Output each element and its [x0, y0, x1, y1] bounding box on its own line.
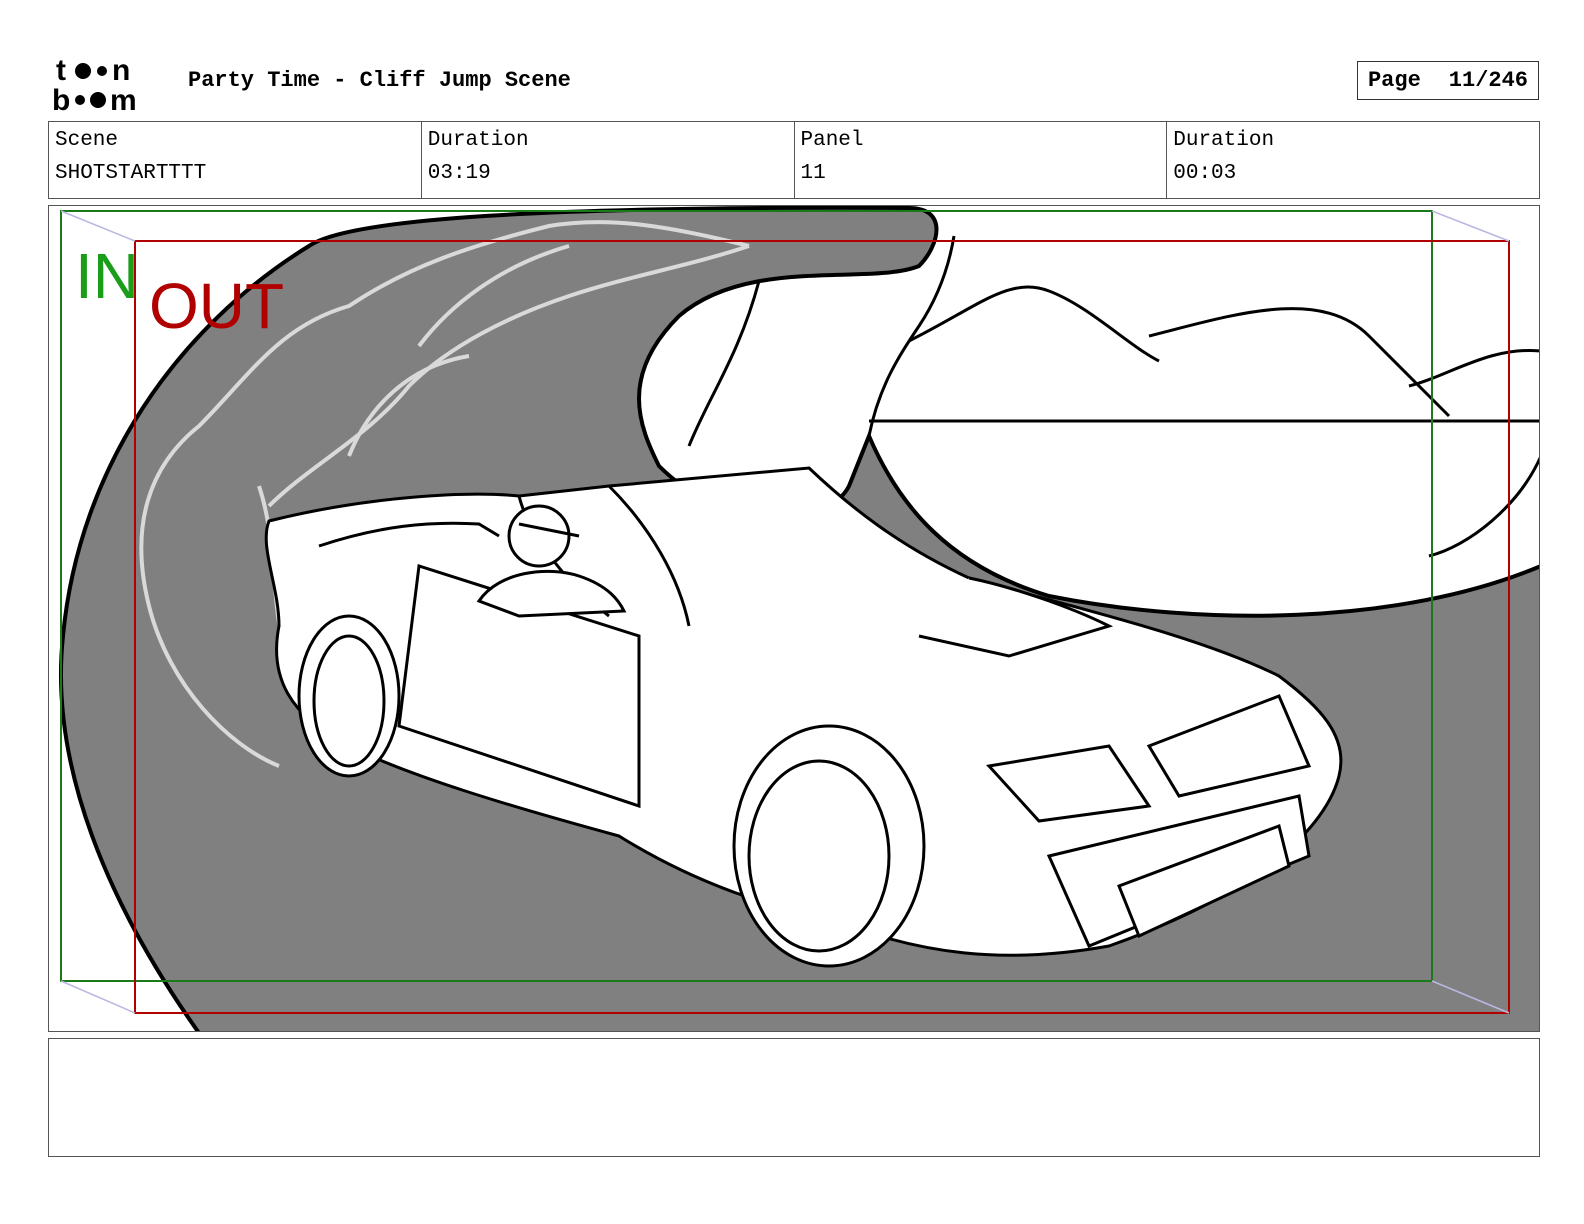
svg-text:m: m	[110, 84, 137, 112]
panel-duration-label: Duration	[1173, 129, 1275, 152]
panel-cell: Panel 11	[795, 122, 1168, 198]
svg-text:t: t	[56, 54, 66, 87]
page-indicator: Page 11/246	[1357, 61, 1539, 100]
svg-text:n: n	[112, 54, 130, 87]
scene-duration-cell: Duration 03:19	[422, 122, 795, 198]
page-label: Page	[1367, 68, 1421, 93]
panel-duration-value: 00:03	[1173, 162, 1237, 185]
document-title: Party Time - Cliff Jump Scene	[188, 68, 571, 93]
panel-duration-cell: Duration 00:03	[1167, 122, 1539, 198]
scene-cell: Scene SHOTSTARTTTT	[49, 122, 422, 198]
scene-duration-value: 03:19	[427, 162, 491, 185]
scene-label: Scene	[55, 129, 119, 152]
storyboard-panel: IN OUT	[48, 205, 1540, 1032]
out-label: OUT	[149, 270, 284, 342]
notes-box[interactable]	[48, 1038, 1540, 1157]
panel-label: Panel	[800, 129, 864, 152]
toon-boom-logo: t n b m	[52, 54, 137, 112]
scene-duration-label: Duration	[427, 129, 529, 152]
svg-text:b: b	[52, 84, 70, 112]
in-label: IN	[75, 240, 139, 312]
hills-line	[908, 285, 1539, 418]
panel-value: 11	[800, 162, 826, 185]
page-number: 11/246	[1448, 68, 1529, 93]
scene-value: SHOTSTARTTTT	[55, 162, 207, 185]
info-table: Scene SHOTSTARTTTT Duration 03:19 Panel …	[48, 121, 1540, 199]
panel-drawing: IN OUT	[58, 206, 1539, 1031]
